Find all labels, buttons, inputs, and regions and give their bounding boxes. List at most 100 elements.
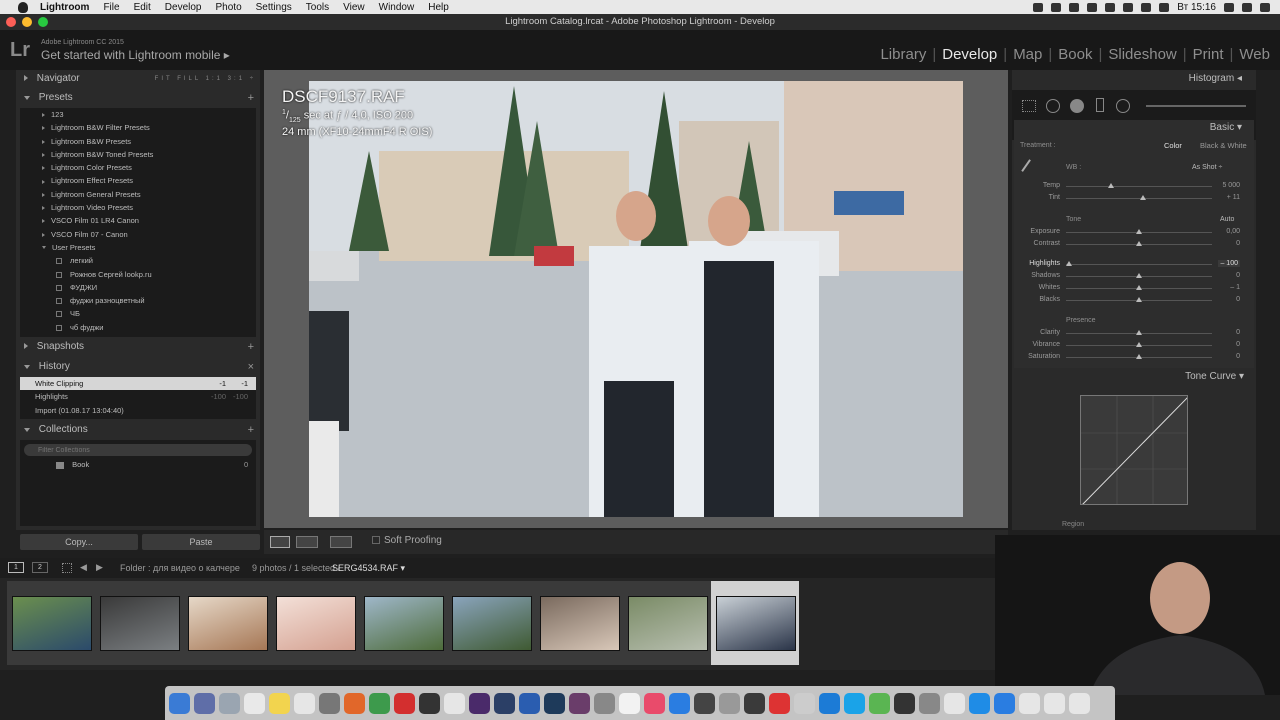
preset-item[interactable]: фуджи разноцветный <box>20 294 256 307</box>
zoom-window-button[interactable] <box>38 17 48 27</box>
next-photo-icon[interactable]: ▶ <box>96 562 103 573</box>
menu-window[interactable]: Window <box>379 2 415 13</box>
slider-value[interactable]: 0 <box>1236 240 1240 247</box>
module-library[interactable]: Library <box>880 46 926 63</box>
davinci-dock-icon[interactable] <box>569 692 590 714</box>
slider-thumb[interactable] <box>1136 241 1142 246</box>
contrast-slider[interactable] <box>1066 241 1212 246</box>
treatment-bw[interactable]: Black & White <box>1200 141 1247 150</box>
histogram-header[interactable]: Histogram ◂ <box>1189 73 1242 84</box>
preset-item[interactable]: Рожнов Сергей lookp.ru <box>20 268 256 281</box>
slider-thumb[interactable] <box>1140 195 1147 200</box>
filmstrip-thumbnail[interactable] <box>359 581 447 665</box>
preset-folder[interactable]: Lightroom General Presets <box>20 188 256 201</box>
yandex-dock-icon[interactable] <box>394 692 415 714</box>
snapshots-header[interactable]: Snapshots + <box>16 338 260 356</box>
tone-curve-header[interactable]: Tone Curve ▾ <box>1185 371 1244 382</box>
slider-value[interactable]: 0 <box>1236 296 1240 303</box>
collections-header[interactable]: Collections + <box>16 421 260 439</box>
slider-value[interactable]: 0 <box>1236 272 1240 279</box>
files-dock-icon[interactable] <box>1044 692 1065 714</box>
filmstrip-thumbnail[interactable] <box>623 581 711 665</box>
treatment-color[interactable]: Color <box>1164 141 1182 150</box>
window-2-button[interactable]: 2 <box>32 562 48 573</box>
notes-dock-icon[interactable] <box>269 692 290 714</box>
minimize-window-button[interactable] <box>22 17 32 27</box>
menu-photo[interactable]: Photo <box>216 2 242 13</box>
launchpad-dock-icon[interactable] <box>219 692 240 714</box>
filmstrip-thumbnail[interactable] <box>183 581 271 665</box>
slider-value[interactable]: – 100 <box>1218 260 1240 267</box>
menu-help[interactable]: Help <box>428 2 449 13</box>
cloud-tray-icon[interactable] <box>1087 2 1098 12</box>
reminders-dock-icon[interactable] <box>294 692 315 714</box>
user-icon[interactable] <box>1242 2 1252 12</box>
slider-thumb[interactable] <box>1108 183 1115 188</box>
collection-item[interactable]: Book <box>56 460 89 469</box>
selected-file[interactable]: SERG4534.RAF ▾ <box>332 563 405 574</box>
preset-folder[interactable]: Lightroom B&W Toned Presets <box>20 148 256 161</box>
paste-button[interactable]: Paste <box>142 534 260 550</box>
filmstrip-thumbnail[interactable] <box>271 581 359 665</box>
preview-dock-icon[interactable] <box>794 692 815 714</box>
zoom-options[interactable]: FIT FILL 1:1 3:1 ÷ <box>155 70 256 88</box>
basic-header[interactable]: Basic ▾ <box>1210 122 1242 133</box>
menu-settings[interactable]: Settings <box>256 2 292 13</box>
photo[interactable] <box>309 81 963 517</box>
slider-thumb[interactable] <box>1136 285 1142 290</box>
slider-value[interactable]: 0 <box>1236 353 1240 360</box>
wb-value[interactable]: As Shot ÷ <box>1192 164 1222 171</box>
obs-dock-icon[interactable] <box>419 692 440 714</box>
module-web[interactable]: Web <box>1239 46 1270 63</box>
excel-dock-icon[interactable] <box>944 692 965 714</box>
search-icon[interactable] <box>1224 2 1234 12</box>
eyedropper-icon[interactable] <box>1021 159 1041 179</box>
wifi-icon[interactable] <box>1123 2 1134 12</box>
preset-folder[interactable]: Lightroom B&W Presets <box>20 135 256 148</box>
apple-icon[interactable] <box>18 1 28 13</box>
copy-button[interactable]: Copy... <box>20 534 138 550</box>
presets-header[interactable]: Presets + <box>16 89 260 107</box>
menu-tools[interactable]: Tools <box>306 2 329 13</box>
preset-item[interactable]: ФУДЖИ <box>20 281 256 294</box>
slider-thumb[interactable] <box>1136 273 1142 278</box>
slider-value[interactable]: + 11 <box>1227 194 1240 201</box>
module-map[interactable]: Map <box>1013 46 1042 63</box>
facetime-dock-icon[interactable] <box>869 692 890 714</box>
tint-slider[interactable] <box>1066 195 1212 200</box>
mobile-link[interactable]: Get started with Lightroom mobile ▸ <box>41 48 230 62</box>
preset-folder[interactable]: User Presets <box>20 241 256 254</box>
camera-dock-icon[interactable] <box>694 692 715 714</box>
add-preset-icon[interactable]: + <box>248 89 254 107</box>
filmstrip-thumbnail[interactable] <box>7 581 95 665</box>
tone-auto-button[interactable]: Auto <box>1220 216 1234 223</box>
slider-thumb[interactable] <box>1136 354 1142 359</box>
notification-center-icon[interactable] <box>1260 2 1270 12</box>
battery-icon[interactable] <box>1159 2 1170 12</box>
highlights-slider[interactable] <box>1065 261 1212 266</box>
saturation-slider[interactable] <box>1066 354 1212 359</box>
shadows-slider[interactable] <box>1066 273 1212 278</box>
close-window-button[interactable] <box>6 17 16 27</box>
console-dock-icon[interactable] <box>894 692 915 714</box>
module-book[interactable]: Book <box>1058 46 1092 63</box>
chrome-dock-icon[interactable] <box>369 692 390 714</box>
whites-slider[interactable] <box>1066 285 1212 290</box>
disk-dock-icon[interactable] <box>919 692 940 714</box>
photoshop-dock-icon[interactable] <box>544 692 565 714</box>
slider-thumb[interactable] <box>1136 342 1142 347</box>
calendar-dock-icon[interactable] <box>244 692 265 714</box>
slider-value[interactable]: 0,00 <box>1226 228 1240 235</box>
volume-icon[interactable] <box>1141 2 1152 12</box>
slider-value[interactable]: 5 000 <box>1222 182 1240 189</box>
lightroom-dock-icon[interactable] <box>494 692 515 714</box>
firefox-dock-icon[interactable] <box>344 692 365 714</box>
preset-item[interactable]: чб фуджи <box>20 321 256 334</box>
help2-dock-icon[interactable] <box>594 692 615 714</box>
brush-slider[interactable] <box>1146 105 1246 107</box>
siri-dock-icon[interactable] <box>194 692 215 714</box>
soft-proofing-toggle[interactable]: Soft Proofing <box>372 535 442 546</box>
graduated-filter-icon[interactable] <box>1096 98 1104 112</box>
skype-tray-icon[interactable] <box>1051 2 1062 12</box>
help-dock-icon[interactable] <box>319 692 340 714</box>
